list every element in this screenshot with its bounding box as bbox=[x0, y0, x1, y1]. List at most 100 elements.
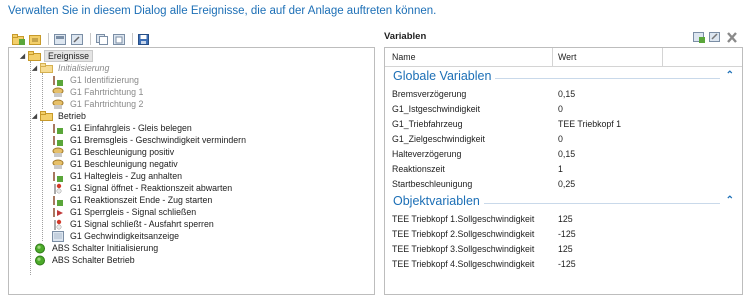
new-folder-icon[interactable] bbox=[12, 33, 25, 45]
tree-guide-line bbox=[42, 121, 43, 241]
tree-node-label: Betrieb bbox=[58, 111, 86, 121]
expand-arrow-icon[interactable]: ◢ bbox=[30, 62, 39, 74]
group-title: Globale Variablen bbox=[393, 69, 496, 83]
tree-node-label: G1 Signal schließt - Ausfahrt sperren bbox=[70, 219, 214, 229]
tree-node-ereignisse[interactable]: ◢ Ereignisse bbox=[18, 50, 94, 62]
variable-value[interactable]: 0,15 bbox=[558, 149, 575, 159]
direction-icon bbox=[51, 98, 65, 110]
tree-node-beschleunigung-negativ[interactable]: G1 Beschleunigung negativ bbox=[51, 158, 180, 170]
tree-node-label: G1 Bremsgleis - Geschwindigkeit verminde… bbox=[70, 135, 247, 145]
variable-value[interactable]: 125 bbox=[558, 244, 573, 254]
variable-name: TEE Triebkopf 4.Sollgeschwindigkeit bbox=[392, 259, 535, 269]
variable-value[interactable]: 125 bbox=[558, 214, 573, 224]
variable-value[interactable]: 0 bbox=[558, 104, 563, 114]
tree-node-reaktionszeit-ende[interactable]: G1 Reaktionszeit Ende - Zug starten bbox=[51, 194, 214, 206]
tree-node-initialisierung[interactable]: ◢ Initialisierung bbox=[30, 62, 111, 74]
switch-icon bbox=[33, 242, 47, 254]
tree-node-einfahrgleis[interactable]: G1 Einfahrgleis - Gleis belegen bbox=[51, 122, 194, 134]
column-divider[interactable] bbox=[552, 48, 553, 66]
track-switch-icon bbox=[51, 74, 65, 86]
variable-row[interactable]: TEE Triebkopf 2.Sollgeschwindigkeit -125 bbox=[385, 227, 742, 242]
collapse-chevron-icon[interactable]: ⌃ bbox=[726, 70, 734, 81]
new-item-icon[interactable] bbox=[29, 33, 42, 45]
collapse-chevron-icon[interactable]: ⌃ bbox=[726, 195, 734, 206]
tree-node-label: G1 Identifizierung bbox=[70, 75, 139, 85]
tree-node-signal-oeffnet[interactable]: G1 Signal öffnet - Reaktionszeit abwarte… bbox=[51, 182, 234, 194]
folder-icon bbox=[27, 50, 41, 62]
variable-row[interactable]: Reaktionszeit 1 bbox=[385, 162, 742, 177]
variable-name: TEE Triebkopf 3.Sollgeschwindigkeit bbox=[392, 244, 535, 254]
edit-variable-icon[interactable] bbox=[709, 31, 722, 43]
tree-node-betrieb[interactable]: ◢ Betrieb bbox=[30, 110, 88, 122]
variable-row[interactable]: Startbeschleunigung 0,25 bbox=[385, 177, 742, 192]
tree-node-beschleunigung-positiv[interactable]: G1 Beschleunigung positiv bbox=[51, 146, 176, 158]
variable-name: TEE Triebkopf 1.Sollgeschwindigkeit bbox=[392, 214, 535, 224]
variable-row[interactable]: G1_Triebfahrzeug TEE Triebkopf 1 bbox=[385, 117, 742, 132]
column-divider[interactable] bbox=[662, 48, 663, 66]
tree-node-abs-initialisierung[interactable]: ABS Schalter Initialisierung bbox=[33, 242, 160, 254]
save-icon[interactable] bbox=[138, 33, 151, 45]
tree-node-g1-identifizierung[interactable]: G1 Identifizierung bbox=[51, 74, 141, 86]
events-tree: ◢ Ereignisse ◢ Initialisierung G1 Identi… bbox=[9, 48, 374, 294]
variable-row[interactable]: G1_Istgeschwindigkeit 0 bbox=[385, 102, 742, 117]
tree-node-geschwindigkeitsanzeige[interactable]: G1 Gechwindigkeitsanzeige bbox=[51, 230, 181, 242]
add-variable-icon[interactable] bbox=[693, 31, 706, 43]
variable-row[interactable]: TEE Triebkopf 1.Sollgeschwindigkeit 125 bbox=[385, 212, 742, 227]
tree-node-bremsgleis[interactable]: G1 Bremsgleis - Geschwindigkeit verminde… bbox=[51, 134, 248, 146]
column-header-value[interactable]: Wert bbox=[558, 52, 576, 62]
variable-row[interactable]: Bremsverzögerung 0,15 bbox=[385, 87, 742, 102]
folder-icon bbox=[39, 110, 53, 122]
tree-node-haltegleis[interactable]: G1 Haltegleis - Zug anhalten bbox=[51, 170, 184, 182]
variable-value[interactable]: 0 bbox=[558, 134, 563, 144]
variable-value[interactable]: -125 bbox=[558, 259, 576, 269]
tree-node-label: G1 Sperrgleis - Signal schließen bbox=[70, 207, 197, 217]
column-header-name[interactable]: Name bbox=[392, 52, 415, 62]
track-switch-icon bbox=[51, 122, 65, 134]
events-tree-panel: ◢ Ereignisse ◢ Initialisierung G1 Identi… bbox=[8, 47, 375, 295]
folder-icon bbox=[39, 62, 53, 74]
variable-name: Startbeschleunigung bbox=[392, 179, 473, 189]
variables-grid: Name Wert Globale Variablen ⌃ Bremsverzö… bbox=[384, 47, 743, 295]
variable-value[interactable]: -125 bbox=[558, 229, 576, 239]
group-global-variables: Globale Variablen ⌃ bbox=[385, 67, 742, 87]
expand-arrow-icon[interactable]: ◢ bbox=[30, 110, 39, 122]
tree-guide-line bbox=[30, 61, 31, 275]
variable-row[interactable]: G1_Zielgeschwindigkeit 0 bbox=[385, 132, 742, 147]
variable-name: G1_Triebfahrzeug bbox=[392, 119, 463, 129]
variable-name: G1_Istgeschwindigkeit bbox=[392, 104, 481, 114]
tree-node-sperrgleis[interactable]: G1 Sperrgleis - Signal schließen bbox=[51, 206, 198, 218]
toolbar-separator bbox=[90, 33, 91, 45]
tree-node-g1-fahrtrichtung-2[interactable]: G1 Fahrtrichtung 2 bbox=[51, 98, 145, 110]
tree-node-label: G1 Einfahrgleis - Gleis belegen bbox=[70, 123, 192, 133]
variable-row[interactable]: Halteverzögerung 0,15 bbox=[385, 147, 742, 162]
tree-node-abs-betrieb[interactable]: ABS Schalter Betrieb bbox=[33, 254, 137, 266]
timer-icon bbox=[51, 194, 65, 206]
tree-node-label: G1 Beschleunigung positiv bbox=[70, 147, 175, 157]
signal-icon bbox=[51, 182, 65, 194]
variable-name: Halteverzögerung bbox=[392, 149, 462, 159]
switch-icon bbox=[33, 254, 47, 266]
toolbar-separator bbox=[48, 33, 49, 45]
track-block-icon bbox=[51, 206, 65, 218]
variable-value[interactable]: 0,15 bbox=[558, 89, 575, 99]
direction-icon bbox=[51, 86, 65, 98]
edit-icon[interactable] bbox=[71, 33, 84, 45]
variable-value[interactable]: 0,25 bbox=[558, 179, 575, 189]
tree-node-g1-fahrtrichtung-1[interactable]: G1 Fahrtrichtung 1 bbox=[51, 86, 145, 98]
signal-icon bbox=[51, 218, 65, 230]
tree-node-label: G1 Gechwindigkeitsanzeige bbox=[70, 231, 180, 241]
tree-guide-line bbox=[42, 73, 43, 109]
tree-node-label: Ereignisse bbox=[44, 50, 94, 62]
variable-value[interactable]: TEE Triebkopf 1 bbox=[558, 119, 621, 129]
paste-icon[interactable] bbox=[113, 33, 126, 45]
variable-value[interactable]: 1 bbox=[558, 164, 563, 174]
tree-node-label: ABS Schalter Initialisierung bbox=[52, 243, 159, 253]
variable-row[interactable]: TEE Triebkopf 4.Sollgeschwindigkeit -125 bbox=[385, 257, 742, 272]
variable-name: TEE Triebkopf 2.Sollgeschwindigkeit bbox=[392, 229, 535, 239]
expand-arrow-icon[interactable]: ◢ bbox=[18, 50, 27, 62]
tree-node-signal-schliesst[interactable]: G1 Signal schließt - Ausfahrt sperren bbox=[51, 218, 216, 230]
copy-icon[interactable] bbox=[96, 33, 109, 45]
delete-variable-icon[interactable] bbox=[725, 31, 738, 43]
view-icon[interactable] bbox=[54, 33, 67, 45]
variable-row[interactable]: TEE Triebkopf 3.Sollgeschwindigkeit 125 bbox=[385, 242, 742, 257]
